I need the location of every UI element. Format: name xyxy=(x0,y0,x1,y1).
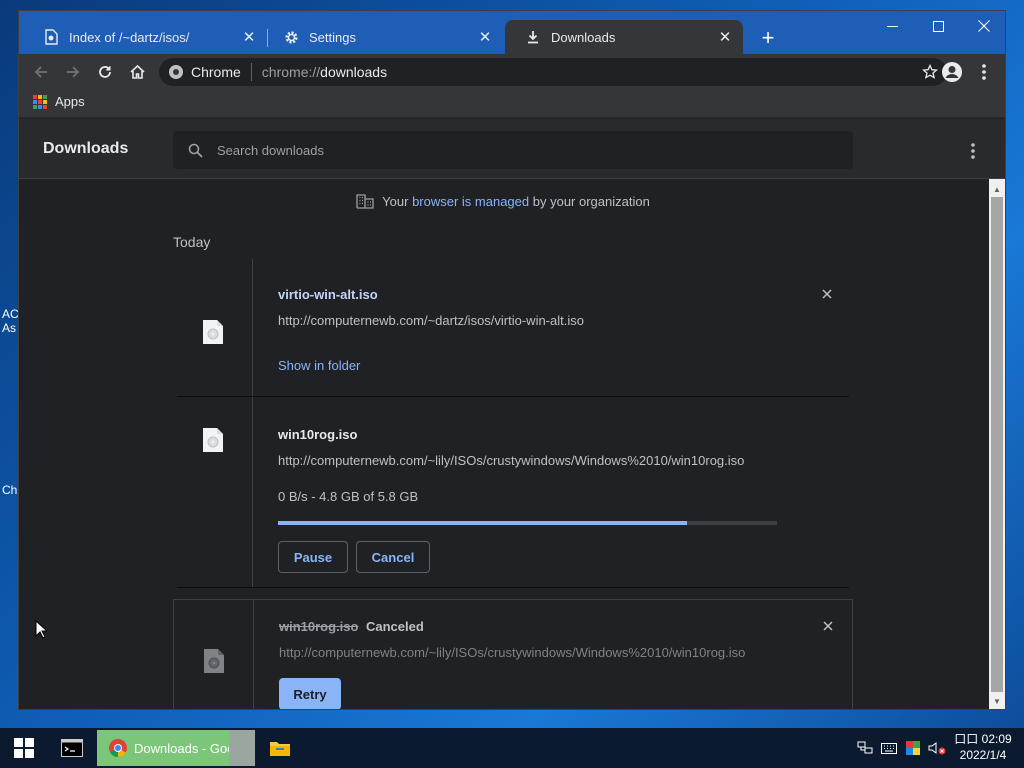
close-icon xyxy=(822,289,832,299)
download-url: http://computernewb.com/~lily/ISOs/crust… xyxy=(279,645,746,660)
download-filename-link[interactable]: virtio-win-alt.iso xyxy=(278,287,378,302)
download-icon xyxy=(525,29,541,45)
cancel-button[interactable]: Cancel xyxy=(356,541,430,573)
network-icon[interactable] xyxy=(854,728,876,768)
remove-download-button[interactable] xyxy=(817,284,837,304)
reload-button[interactable] xyxy=(91,58,119,86)
back-arrow-icon xyxy=(34,66,47,78)
divider xyxy=(177,587,849,588)
download-item: virtio-win-alt.iso http://computernewb.c… xyxy=(173,259,853,396)
retry-button[interactable]: Retry xyxy=(279,678,341,709)
folder-icon xyxy=(270,742,290,756)
managed-notice: Your browser is managed by your organiza… xyxy=(19,193,1005,209)
reload-icon xyxy=(99,66,111,78)
color-app-icon[interactable] xyxy=(902,728,924,768)
clock-time: 02:09 xyxy=(981,732,1012,746)
new-tab-button[interactable]: + xyxy=(755,25,781,51)
tab-index[interactable]: Index of /~dartz/isos/ ✕ xyxy=(23,20,267,54)
home-icon xyxy=(129,64,145,79)
taskbar-terminal[interactable] xyxy=(52,728,92,768)
scroll-down-arrow-icon[interactable]: ▼ xyxy=(989,693,1005,709)
download-url[interactable]: http://computernewb.com/~lily/ISOs/crust… xyxy=(278,453,744,468)
mouse-cursor-icon xyxy=(35,620,47,639)
download-filename: win10rog.iso xyxy=(279,619,359,634)
address-bar[interactable]: Chrome chrome://downloads xyxy=(159,58,947,86)
desktop-icon-label: As xyxy=(2,321,17,335)
chrome-icon xyxy=(169,65,183,79)
start-button[interactable] xyxy=(0,728,48,768)
close-icon[interactable]: ✕ xyxy=(475,27,495,47)
home-button[interactable] xyxy=(123,58,151,86)
close-icon xyxy=(823,621,833,631)
remove-download-button[interactable] xyxy=(818,616,838,636)
minimize-button[interactable] xyxy=(869,11,915,41)
date-section-header: Today xyxy=(173,234,211,250)
file-icon xyxy=(203,428,223,452)
apps-grid-icon xyxy=(33,94,47,109)
forward-button[interactable] xyxy=(59,58,87,86)
taskbar: Downloads - Googl... 口口 02:09 2022/1/4 xyxy=(0,728,1024,768)
close-icon[interactable]: ✕ xyxy=(715,27,735,47)
close-icon[interactable]: ✕ xyxy=(239,27,259,47)
page-scrollbar[interactable]: ▲ ▼ xyxy=(989,179,1005,709)
downloads-page: Downloads Your browser is managed by you… xyxy=(19,119,1005,709)
taskbar-chrome[interactable]: Downloads - Googl... xyxy=(97,730,255,766)
download-filename: win10rog.iso xyxy=(278,427,358,442)
tab-downloads[interactable]: Downloads ✕ xyxy=(505,20,743,54)
show-in-folder-link[interactable]: Show in folder xyxy=(278,358,360,373)
desktop-icon-label: Ch xyxy=(2,483,18,497)
keyboard-icon[interactable] xyxy=(878,728,900,768)
system-clock[interactable]: 口口 02:09 2022/1/4 xyxy=(950,731,1016,763)
download-progress-text: 0 B/s - 4.8 GB of 5.8 GB xyxy=(278,489,419,504)
browser-window: Index of /~dartz/isos/ ✕ Settings ✕ Down… xyxy=(18,10,1006,710)
download-item: win10rog.iso http://computernewb.com/~li… xyxy=(173,397,853,587)
search-box[interactable] xyxy=(173,131,853,169)
scroll-up-arrow-icon[interactable]: ▲ xyxy=(989,181,1005,197)
downloads-menu-icon[interactable] xyxy=(961,139,985,163)
title-bar: Index of /~dartz/isos/ ✕ Settings ✕ Down… xyxy=(19,11,1005,54)
maximize-button[interactable] xyxy=(915,11,961,41)
browser-menu-icon[interactable] xyxy=(971,59,997,85)
file-icon xyxy=(204,649,224,673)
chrome-icon xyxy=(109,739,127,757)
building-icon xyxy=(356,193,374,209)
download-item-canceled: win10rog.iso Canceled http://computernew… xyxy=(173,599,853,709)
page-header: Downloads xyxy=(19,119,1005,179)
windows-logo-icon xyxy=(14,738,34,758)
toolbar: Chrome chrome://downloads xyxy=(19,54,1005,90)
managed-link[interactable]: browser is managed xyxy=(412,194,529,209)
search-input[interactable] xyxy=(217,142,817,158)
bookmark-star-icon[interactable] xyxy=(921,63,939,81)
page-title: Downloads xyxy=(43,140,129,157)
site-info-chip[interactable]: Chrome xyxy=(159,63,252,81)
progress-fill xyxy=(278,521,688,525)
tab-settings[interactable]: Settings ✕ xyxy=(263,20,503,54)
pause-button[interactable]: Pause xyxy=(278,541,348,573)
close-window-button[interactable] xyxy=(961,11,1005,41)
file-icon xyxy=(203,320,223,344)
download-url[interactable]: http://computernewb.com/~dartz/isos/virt… xyxy=(278,313,584,328)
download-progress-bar xyxy=(278,521,777,525)
url-text: chrome://downloads xyxy=(261,64,388,80)
scrollbar-thumb[interactable] xyxy=(991,197,1003,692)
back-button[interactable] xyxy=(27,58,55,86)
taskbar-file-explorer[interactable] xyxy=(260,728,300,768)
download-status-badge: Canceled xyxy=(366,619,424,634)
profile-avatar-icon[interactable] xyxy=(939,59,965,85)
volume-muted-icon[interactable] xyxy=(926,728,948,768)
ime-indicator: 口口 xyxy=(954,732,979,746)
page-icon xyxy=(43,29,59,45)
bookmarks-bar: Apps xyxy=(19,90,1005,118)
apps-shortcut[interactable]: Apps xyxy=(33,94,85,109)
gear-icon xyxy=(283,29,299,45)
clock-date: 2022/1/4 xyxy=(959,748,1007,762)
forward-arrow-icon xyxy=(67,66,80,78)
terminal-icon xyxy=(61,739,83,757)
desktop-icon-label: AC xyxy=(2,307,19,321)
search-icon xyxy=(185,140,205,160)
